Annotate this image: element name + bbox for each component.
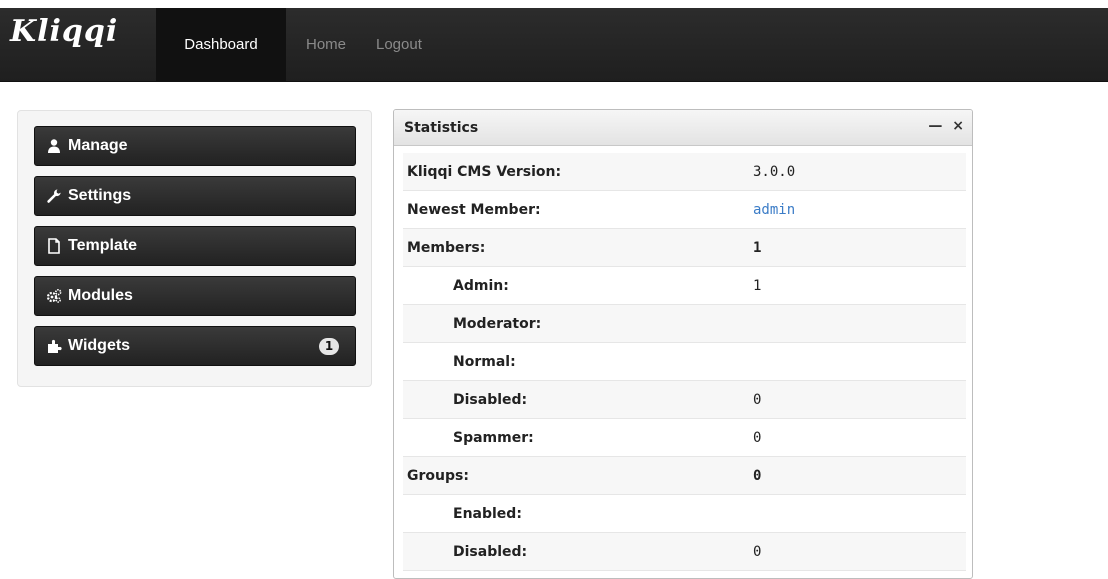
stat-label: Kliqqi CMS Version:	[403, 153, 753, 191]
table-row: Groups: 0	[403, 456, 966, 495]
table-row: Members: 1	[403, 228, 966, 267]
stat-value: 0	[753, 380, 966, 419]
table-row: Normal:	[403, 342, 966, 381]
stat-label: Members:	[403, 228, 753, 267]
stat-label: Moderator:	[403, 304, 753, 343]
table-row: Moderator:	[403, 304, 966, 343]
stat-label: Disabled:	[403, 380, 753, 419]
file-icon	[46, 238, 62, 254]
sidebar-item-manage[interactable]: Manage	[34, 126, 356, 166]
puzzle-icon	[46, 338, 62, 354]
widgets-count-badge: 1	[319, 338, 339, 355]
wrench-icon	[46, 188, 62, 204]
cogs-icon	[46, 288, 62, 304]
sidebar-item-template[interactable]: Template	[34, 226, 356, 266]
stat-value: 0	[753, 532, 966, 571]
stat-value	[753, 494, 966, 533]
stat-value	[753, 342, 966, 381]
table-row: Kliqqi CMS Version: 3.0.0	[403, 153, 966, 191]
stat-value: 0	[753, 456, 966, 495]
stat-value	[753, 304, 966, 343]
sidebar: Manage Settings Template Modules Widgets…	[17, 110, 372, 387]
table-row: Disabled: 0	[403, 380, 966, 419]
table-row: Admin: 1	[403, 266, 966, 305]
sidebar-item-label: Manage	[68, 137, 128, 154]
sidebar-item-label: Template	[68, 237, 138, 254]
sidebar-item-widgets[interactable]: Widgets 1	[34, 326, 356, 366]
nav-dashboard[interactable]: Dashboard	[156, 8, 286, 81]
sidebar-item-modules[interactable]: Modules	[34, 276, 356, 316]
stat-value: 1	[753, 228, 966, 267]
stat-value: 3.0.0	[753, 153, 966, 191]
stat-value: 1	[753, 266, 966, 305]
stat-label: Enabled:	[403, 494, 753, 533]
table-row: Spammer: 0	[403, 418, 966, 457]
panel-header: Statistics — ×	[394, 110, 972, 146]
statistics-panel: Statistics — × Kliqqi CMS Version: 3.0.0…	[393, 109, 973, 579]
stat-label: Groups:	[403, 456, 753, 495]
minimize-icon[interactable]: —	[928, 118, 942, 134]
table-row: Newest Member: admin	[403, 190, 966, 229]
panel-title: Statistics	[404, 120, 479, 136]
table-row: Enabled:	[403, 494, 966, 533]
stat-label: Newest Member:	[403, 190, 753, 229]
nav-home[interactable]: Home	[306, 8, 346, 81]
user-icon	[46, 138, 62, 154]
panel-actions: — ×	[923, 118, 964, 134]
newest-member-link[interactable]: admin	[753, 190, 966, 229]
nav-logout[interactable]: Logout	[376, 8, 422, 81]
sidebar-item-label: Settings	[68, 187, 132, 204]
sidebar-item-label: Modules	[68, 287, 133, 304]
brand-logo[interactable]: Kliqqi	[10, 14, 118, 49]
statistics-table: Kliqqi CMS Version: 3.0.0 Newest Member:…	[403, 153, 966, 571]
close-icon[interactable]: ×	[952, 118, 964, 134]
table-row: Disabled: 0	[403, 532, 966, 571]
sidebar-item-label: Widgets	[68, 337, 131, 354]
top-navbar: Kliqqi Dashboard Home Logout	[0, 8, 1108, 82]
stat-value: 0	[753, 418, 966, 457]
sidebar-item-settings[interactable]: Settings	[34, 176, 356, 216]
stat-label: Disabled:	[403, 532, 753, 571]
stat-label: Spammer:	[403, 418, 753, 457]
stat-label: Normal:	[403, 342, 753, 381]
stat-label: Admin:	[403, 266, 753, 305]
